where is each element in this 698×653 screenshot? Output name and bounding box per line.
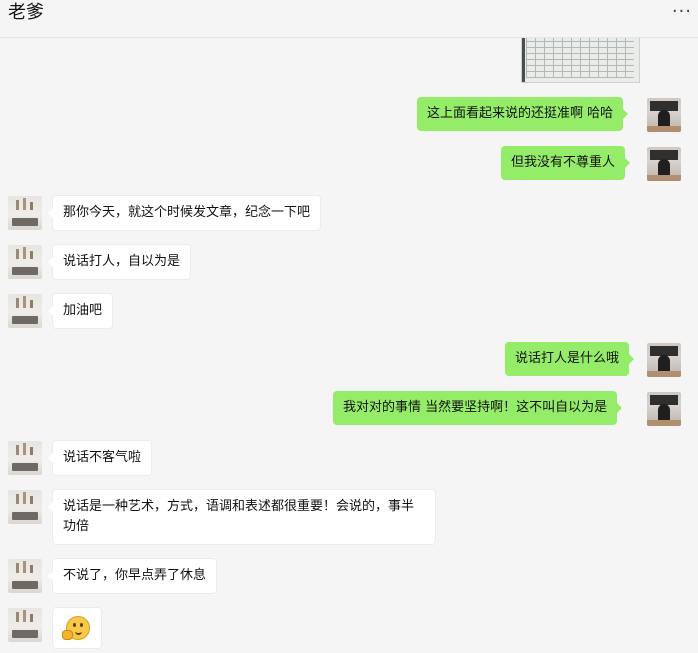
avatar-contact[interactable] bbox=[8, 559, 42, 593]
message-bubble-in[interactable]: 说话打人，自以为是 bbox=[47, 244, 192, 280]
message-list[interactable]: 这上面看起来说的还挺准啊 哈哈 但我没有不尊重人 那你今天，就这个时候发文章，纪… bbox=[0, 37, 698, 653]
emoji-hand bbox=[62, 630, 73, 640]
screenshot-thumbnail bbox=[526, 38, 634, 78]
avatar-self[interactable] bbox=[647, 392, 681, 426]
avatar-contact[interactable] bbox=[8, 196, 42, 230]
message-bubble-in[interactable]: 说话是一种艺术，方式，语调和表述都很重要！会说的，事半功倍 bbox=[48, 489, 436, 545]
more-dots-icon[interactable]: ··· bbox=[672, 0, 692, 24]
avatar-self[interactable] bbox=[647, 343, 681, 377]
message-bubble-in[interactable]: 那你今天，就这个时候发文章，纪念一下吧 bbox=[47, 195, 322, 231]
message-bubble-out[interactable]: 但我没有不尊重人 bbox=[501, 146, 631, 180]
chat-title: 老爹 bbox=[8, 2, 44, 23]
message-bubble-in[interactable]: 加油吧 bbox=[47, 293, 114, 329]
avatar-self[interactable] bbox=[647, 98, 681, 132]
image-edge bbox=[522, 38, 525, 82]
message-bubble-in[interactable]: 不说了，你早点弄了休息 bbox=[47, 558, 218, 594]
avatar-contact[interactable] bbox=[8, 294, 42, 328]
message-bubble-in[interactable]: 说话不客气啦 bbox=[47, 440, 153, 476]
avatar-contact[interactable] bbox=[8, 608, 42, 642]
avatar-self[interactable] bbox=[647, 147, 681, 181]
message-bubble-out[interactable]: 我对对的事情 当然要坚持啊！这不叫自以为是 bbox=[333, 391, 623, 425]
avatar-contact[interactable] bbox=[8, 441, 42, 475]
avatar-contact[interactable] bbox=[8, 490, 42, 524]
emoji-message[interactable] bbox=[52, 607, 102, 649]
chat-header: 老爹 ··· bbox=[0, 0, 698, 38]
avatar-contact[interactable] bbox=[8, 245, 42, 279]
message-bubble-out[interactable]: 这上面看起来说的还挺准啊 哈哈 bbox=[417, 97, 629, 131]
message-bubble-out[interactable]: 说话打人是什么哦 bbox=[505, 342, 635, 376]
image-message[interactable] bbox=[521, 37, 640, 83]
